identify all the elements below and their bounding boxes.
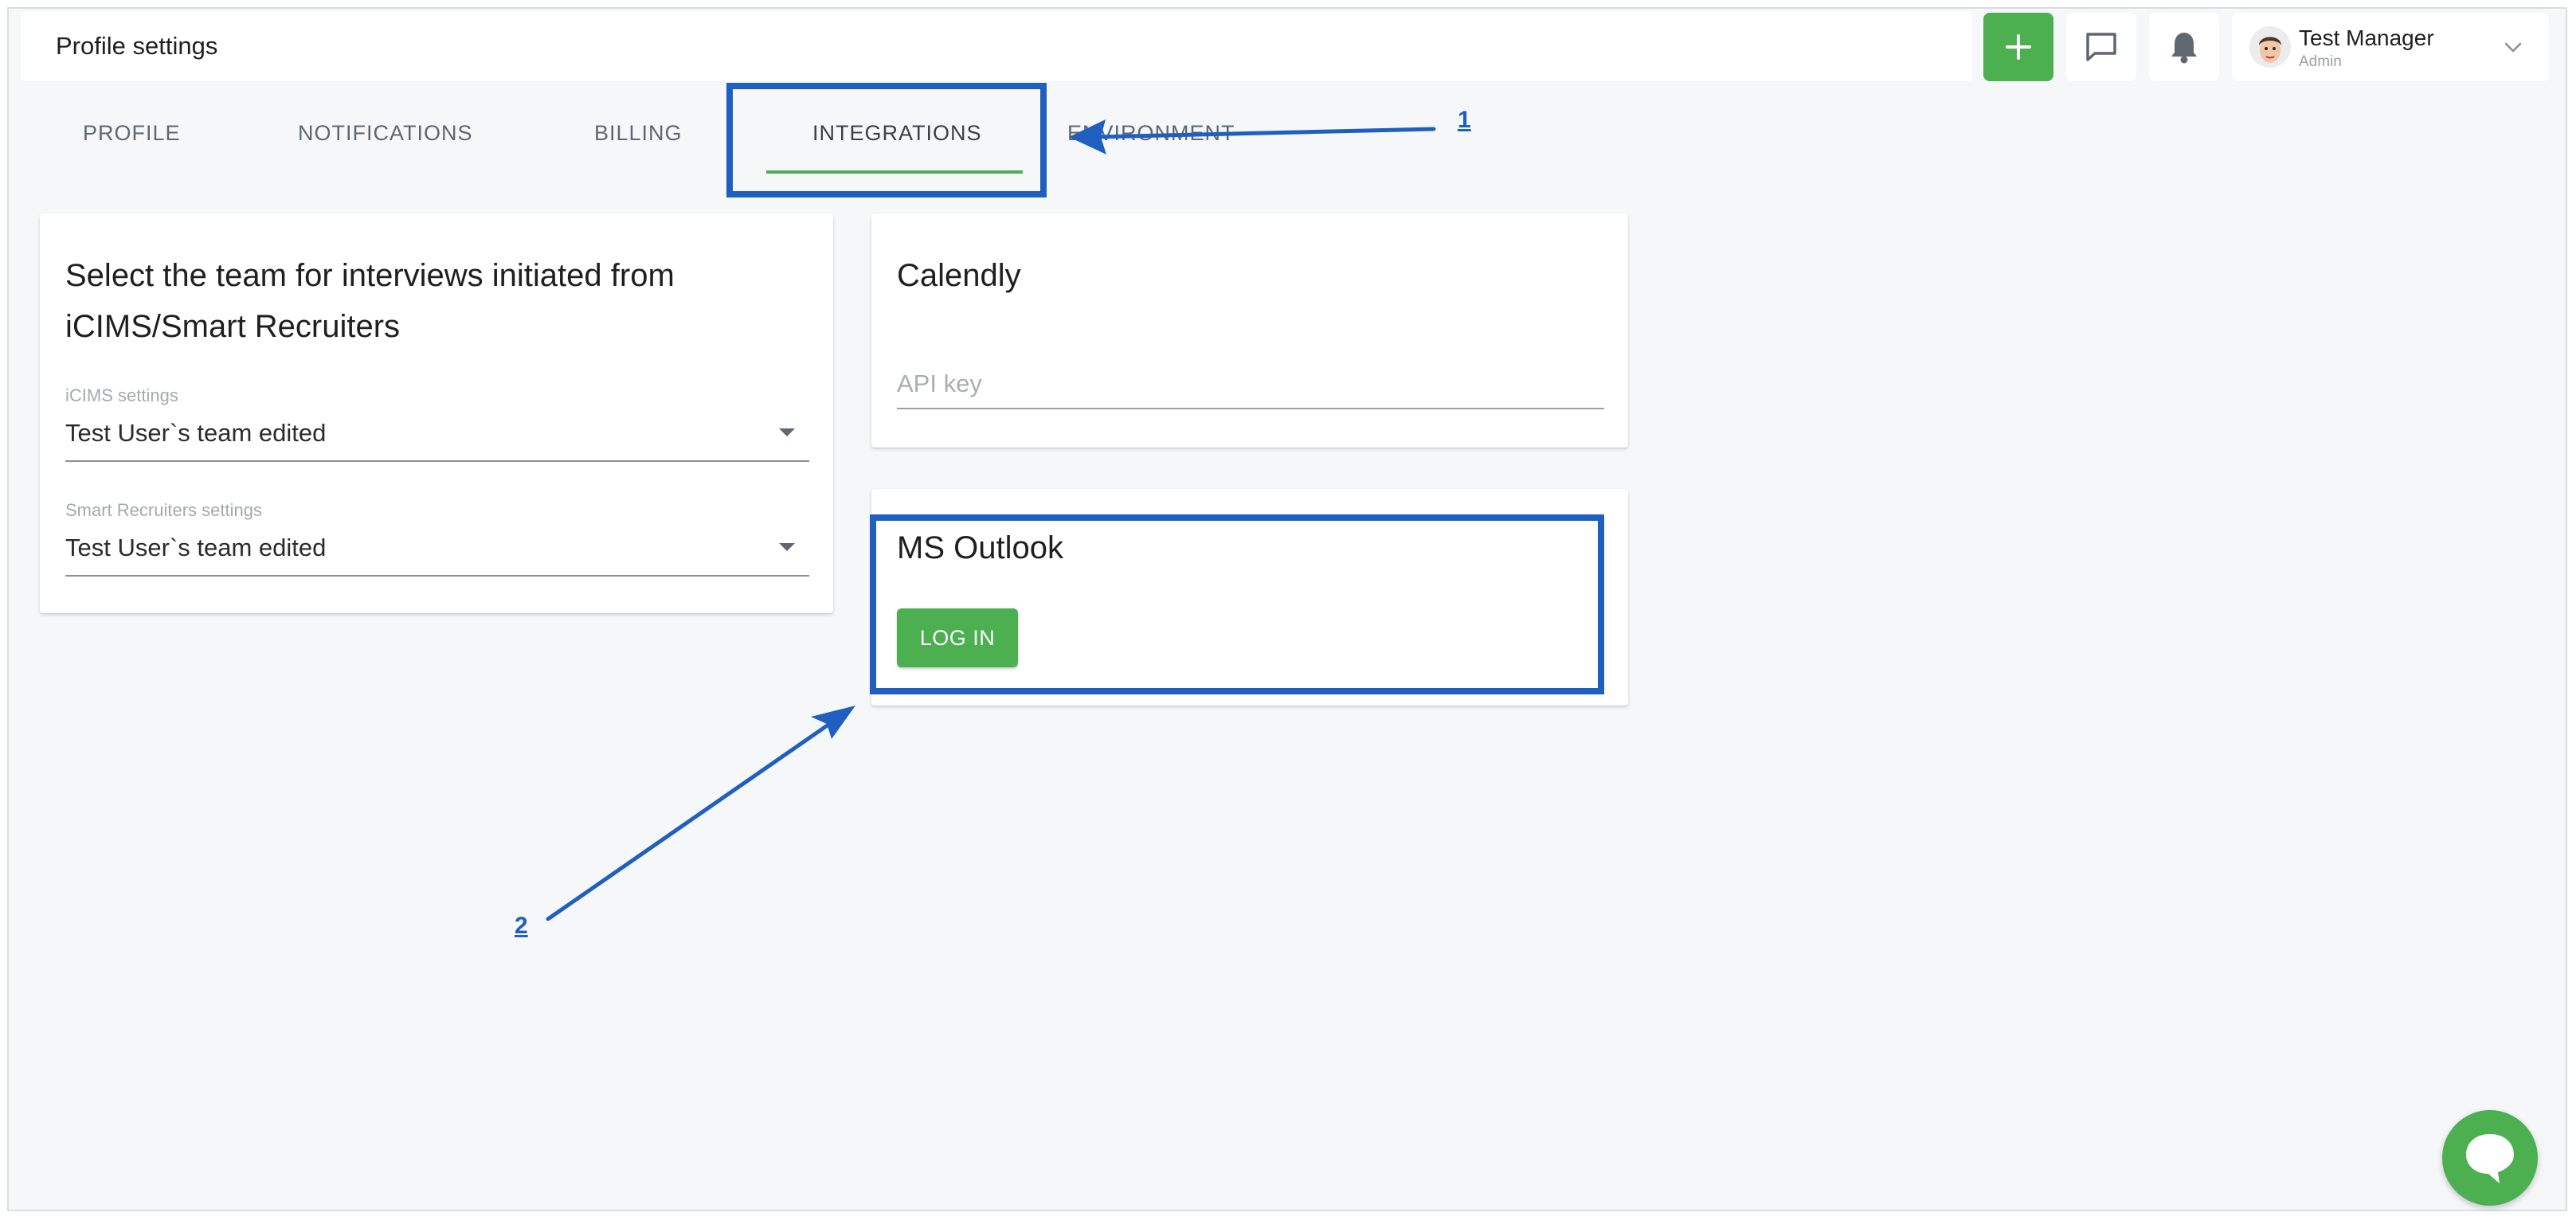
annotation-number-1: 1 <box>1458 107 1471 133</box>
annotation-arrow-2 <box>546 706 855 921</box>
chat-widget-button[interactable] <box>2442 1110 2538 1206</box>
annotation-arrows <box>546 119 1436 921</box>
annotation-number-2: 2 <box>515 913 528 939</box>
annotation-arrow-1 <box>1069 119 1436 154</box>
chat-bubble-icon <box>2466 1134 2514 1183</box>
